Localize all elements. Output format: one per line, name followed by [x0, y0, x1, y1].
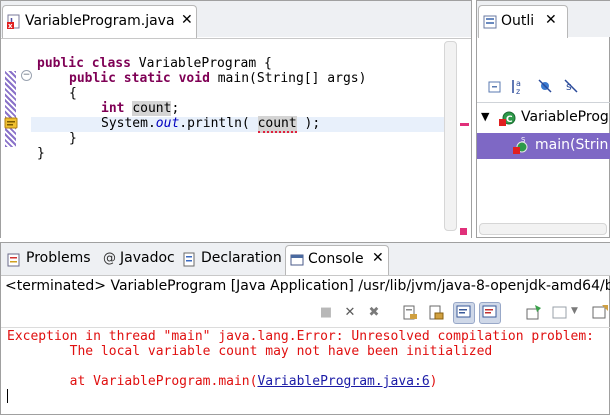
stack-trace-link[interactable]: VariableProgram.java:6	[257, 374, 429, 389]
stack-frame-text: at VariableProgram.main(	[7, 374, 258, 389]
remove-all-terminated-icon[interactable]: ✖	[365, 304, 383, 322]
console-output-line: at VariableProgram.main(VariableProgram.…	[7, 374, 438, 389]
code-line-5: System.out.println( count );	[101, 116, 321, 133]
tab-label: Declaration	[201, 250, 282, 266]
code-line-6: }	[69, 131, 77, 146]
problems-icon	[7, 253, 20, 267]
tab-label: Javadoc	[120, 250, 175, 266]
method-error-icon: S	[513, 137, 528, 154]
editor-tab[interactable]: J x VariableProgram.java ✕	[2, 5, 197, 38]
outline-toolbar: a z s	[477, 75, 610, 99]
console-header: <terminated> VariableProgram [Java Appli…	[1, 275, 610, 300]
code-line-7: }	[37, 146, 45, 161]
tab-declaration[interactable]: Declaration	[179, 245, 283, 275]
keyword: public	[69, 71, 116, 86]
keyword: public	[37, 56, 84, 71]
code-text: VariableProgram {	[130, 56, 272, 71]
error-marker-icon[interactable]	[4, 117, 18, 129]
outline-panel: Outli ✕ a z s ▼ C VariableProgr S main(S…	[476, 0, 610, 238]
console-output-line: The local variable count may not have be…	[7, 344, 493, 359]
open-console-icon[interactable]	[591, 304, 609, 322]
expand-triangle-icon[interactable]: ▼	[481, 110, 489, 123]
console-process-label: <terminated> VariableProgram [Java Appli…	[5, 278, 610, 294]
hide-fields-icon[interactable]	[537, 78, 553, 94]
declaration-icon	[183, 252, 195, 267]
class-error-icon: C	[499, 111, 516, 126]
static-field: out	[155, 116, 180, 131]
show-on-stderr-toggle[interactable]	[479, 302, 501, 324]
code-line-3: {	[69, 86, 77, 101]
fold-collapse-icon[interactable]: −	[21, 70, 32, 81]
close-icon[interactable]: ✕	[181, 12, 193, 28]
overview-error-mark[interactable]	[460, 123, 469, 126]
tab-problems[interactable]: Problems	[3, 245, 95, 275]
scroll-lock-icon[interactable]	[427, 304, 445, 322]
close-icon[interactable]: ✕	[545, 12, 557, 28]
code-text: .println(	[179, 116, 258, 131]
editor-panel: J x VariableProgram.java ✕ − public clas…	[0, 0, 472, 238]
display-selected-console-icon[interactable]	[551, 304, 569, 322]
code-line-1: public class VariableProgram {	[37, 56, 272, 71]
tab-console[interactable]: Console ✕	[285, 245, 389, 275]
outline-tab-title: Outli	[501, 13, 535, 29]
tab-label: Problems	[26, 250, 91, 266]
pin-console-icon[interactable]	[525, 304, 543, 322]
tree-item-method-selected[interactable]: S main(Strin	[477, 133, 610, 159]
keyword: int	[101, 101, 125, 116]
show-console-stderr-icon	[482, 305, 497, 318]
console-icon	[290, 254, 304, 266]
stack-frame-text: )	[429, 374, 438, 389]
clear-console-icon[interactable]	[401, 304, 419, 322]
editor-tab-bar: J x VariableProgram.java ✕	[1, 1, 471, 38]
outline-icon	[483, 15, 497, 29]
divider	[477, 102, 610, 103]
svg-text:C: C	[506, 115, 513, 125]
terminate-icon[interactable]: ■	[317, 304, 335, 322]
hide-static-icon[interactable]: s	[563, 78, 579, 94]
editor-tab-title: VariableProgram.java	[25, 13, 175, 29]
tab-label: Console	[308, 251, 364, 267]
variable-occurrence: count	[132, 101, 172, 116]
error-variable: count	[257, 116, 297, 133]
code-line-4: int count;	[101, 101, 179, 116]
outline-tab-bar: Outli ✕	[477, 1, 610, 38]
remove-launch-icon[interactable]: ✕	[341, 304, 359, 322]
show-console-stdout-icon	[456, 305, 471, 318]
code-text: System.	[101, 116, 156, 131]
code-text: main(String[] args)	[209, 71, 367, 86]
tree-item-label: VariableProgr	[521, 109, 610, 125]
tree-item-label: main(Strin	[535, 137, 609, 153]
collapse-all-icon[interactable]	[487, 79, 503, 95]
bottom-tab-bar: Problems @ Javadoc Declaration Console ✕	[1, 243, 610, 275]
dropdown-arrow-icon[interactable]: ▼	[571, 306, 578, 316]
svg-text:z: z	[516, 87, 520, 96]
tab-javadoc[interactable]: @ Javadoc	[99, 245, 177, 275]
vertical-scrollbar[interactable]	[444, 41, 457, 231]
java-file-error-icon: J x	[7, 14, 20, 30]
javadoc-icon: @	[103, 251, 116, 266]
bottom-panel: Problems @ Javadoc Declaration Console ✕…	[0, 242, 610, 415]
console-output-line: Exception in thread "main" java.lang.Err…	[7, 329, 594, 344]
svg-text:x: x	[8, 22, 13, 30]
keyword: void	[178, 71, 210, 86]
overview-error-indicator[interactable]	[460, 228, 467, 235]
show-on-stdout-toggle[interactable]	[453, 302, 475, 324]
tree-item-class[interactable]: ▼ C VariableProgr	[477, 107, 610, 129]
keyword: class	[91, 56, 131, 71]
keyword: static	[123, 71, 171, 86]
outline-tab[interactable]: Outli ✕	[478, 5, 568, 38]
close-icon[interactable]: ✕	[372, 250, 384, 266]
console-toolbar: ■ ✕ ✖ ▼	[311, 301, 610, 325]
code-editor[interactable]: − public class VariableProgram { public …	[1, 38, 471, 238]
code-line-2: public static void main(String[] args)	[69, 71, 366, 86]
change-ruler-band	[5, 71, 16, 147]
svg-text:S: S	[521, 137, 526, 144]
code-text: ;	[171, 101, 180, 116]
text-cursor	[7, 389, 8, 403]
code-text: );	[296, 116, 321, 131]
divider	[1, 327, 610, 328]
sort-icon[interactable]: a z	[511, 78, 527, 96]
horizontal-scrollbar[interactable]	[479, 223, 607, 235]
